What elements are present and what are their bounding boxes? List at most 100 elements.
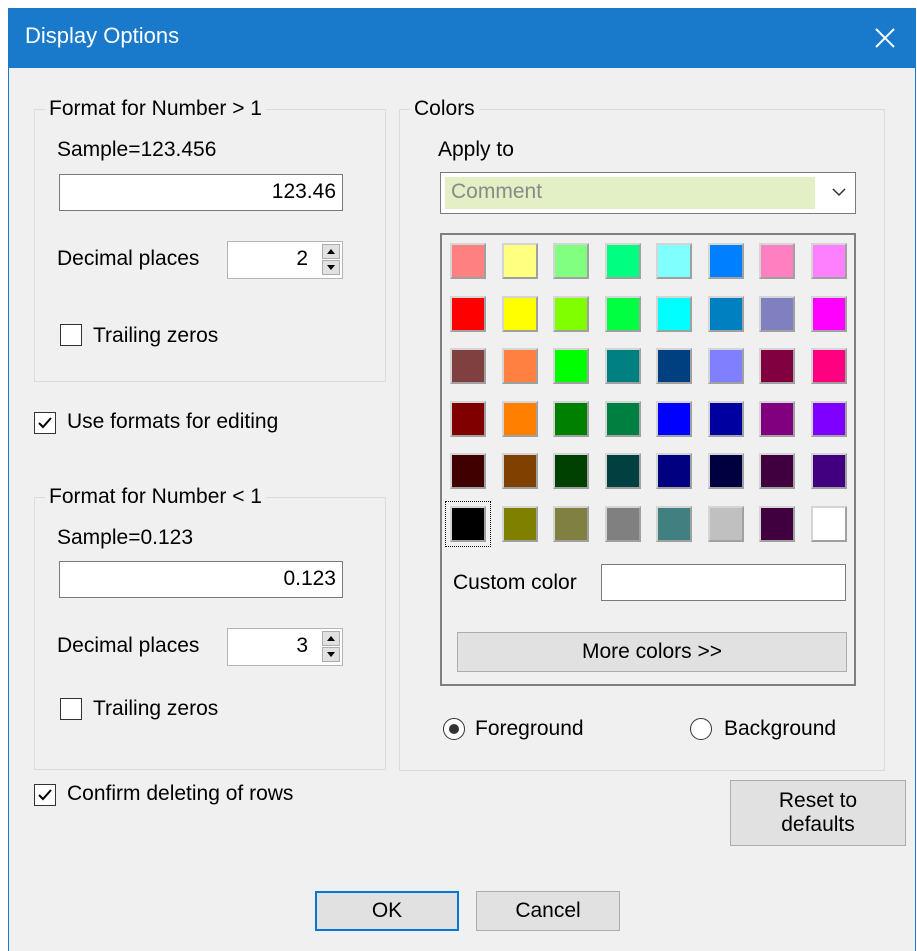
color-swatch[interactable] (501, 505, 538, 542)
reset-button-line2: defaults (781, 813, 855, 836)
color-swatch[interactable] (810, 453, 847, 489)
color-swatch[interactable] (604, 243, 641, 279)
color-swatch[interactable] (501, 243, 538, 279)
use-formats-label: Use formats for editing (67, 410, 279, 433)
color-swatch[interactable] (501, 348, 538, 384)
color-swatch[interactable] (707, 348, 744, 384)
color-swatch[interactable] (759, 348, 795, 384)
color-swatch[interactable] (501, 400, 538, 437)
close-button[interactable] (855, 8, 915, 68)
color-swatch[interactable] (553, 400, 589, 437)
spin-down-button[interactable] (322, 260, 340, 275)
format-gt1-decimal-label: Decimal places (57, 247, 200, 270)
format-gt1-group: Format for Number > 1 Sample=123.456 123… (34, 97, 386, 382)
color-swatch[interactable] (759, 295, 795, 332)
colors-group: Colors Apply to Comment Custom color Mor… (399, 97, 885, 771)
title-bar: Display Options (9, 8, 915, 68)
color-palette: Custom color More colors >> (440, 233, 856, 686)
color-swatch[interactable] (450, 453, 486, 489)
color-swatch[interactable] (707, 453, 744, 489)
custom-color-input[interactable] (601, 564, 846, 601)
spin-up-button[interactable] (322, 244, 340, 259)
confirm-delete-label: Confirm deleting of rows (67, 782, 294, 805)
color-swatch[interactable] (656, 400, 692, 437)
color-swatch[interactable] (707, 400, 744, 437)
background-radio[interactable] (690, 718, 712, 740)
color-swatch[interactable] (604, 505, 641, 542)
color-swatch[interactable] (707, 505, 744, 542)
format-gt1-decimal-spinner[interactable]: 2 (227, 241, 343, 279)
color-swatch[interactable] (656, 505, 692, 542)
color-swatch[interactable] (450, 400, 486, 437)
color-swatch[interactable] (501, 453, 538, 489)
apply-to-label: Apply to (438, 138, 514, 161)
color-swatch[interactable] (450, 348, 486, 384)
color-swatch[interactable] (656, 243, 692, 279)
color-swatch[interactable] (656, 348, 692, 384)
foreground-label: Foreground (475, 717, 584, 740)
display-options-dialog: Display Options Format for Number > 1 Sa… (8, 8, 916, 951)
color-swatch[interactable] (759, 243, 795, 279)
spin-down-button[interactable] (322, 647, 340, 662)
color-swatch[interactable] (656, 295, 692, 332)
spin-up-button[interactable] (322, 631, 340, 646)
color-swatch[interactable] (553, 505, 589, 542)
format-lt1-group: Format for Number < 1 Sample=0.123 0.123… (34, 485, 386, 770)
color-swatch[interactable] (553, 453, 589, 489)
color-swatch[interactable] (553, 295, 589, 332)
cancel-button[interactable]: Cancel (476, 891, 620, 931)
format-lt1-trailing-label: Trailing zeros (93, 697, 219, 720)
format-lt1-legend: Format for Number < 1 (45, 485, 266, 509)
color-swatch[interactable] (450, 295, 486, 332)
color-swatch[interactable] (810, 348, 847, 384)
format-gt1-decimal-value: 2 (296, 247, 308, 270)
color-swatch[interactable] (810, 400, 847, 437)
custom-color-label: Custom color (453, 571, 577, 594)
color-swatch[interactable] (604, 400, 641, 437)
color-swatch[interactable] (810, 295, 847, 332)
color-swatch[interactable] (450, 243, 486, 279)
foreground-radio[interactable] (443, 718, 465, 740)
apply-to-value: Comment (445, 177, 815, 209)
format-lt1-trailing-checkbox[interactable] (60, 698, 82, 720)
apply-to-dropdown[interactable]: Comment (440, 172, 856, 214)
checkmark-icon (38, 417, 52, 429)
more-colors-button[interactable]: More colors >> (457, 632, 847, 672)
reset-defaults-button[interactable]: Reset to defaults (730, 780, 906, 846)
color-swatch[interactable] (604, 295, 641, 332)
use-formats-checkbox[interactable] (34, 412, 56, 434)
color-swatch[interactable] (707, 295, 744, 332)
color-swatch[interactable] (759, 400, 795, 437)
dialog-title: Display Options (25, 23, 180, 48)
format-gt1-legend: Format for Number > 1 (45, 97, 266, 121)
format-lt1-decimal-label: Decimal places (57, 634, 200, 657)
checkmark-icon (38, 789, 52, 801)
format-lt1-value-input[interactable]: 0.123 (59, 561, 343, 598)
chevron-down-icon (832, 188, 846, 197)
color-swatch[interactable] (553, 243, 589, 279)
reset-button-line1: Reset to (778, 789, 858, 812)
format-lt1-decimal-value: 3 (296, 634, 308, 657)
format-gt1-trailing-label: Trailing zeros (93, 324, 219, 347)
close-icon (875, 28, 895, 48)
colors-legend: Colors (410, 97, 479, 121)
ok-button[interactable]: OK (315, 891, 459, 931)
color-swatch[interactable] (445, 500, 491, 547)
color-swatch[interactable] (553, 348, 589, 384)
color-swatch[interactable] (656, 453, 692, 489)
background-label: Background (724, 717, 837, 740)
confirm-delete-checkbox[interactable] (34, 784, 56, 806)
color-swatch[interactable] (810, 505, 847, 542)
color-swatch[interactable] (604, 348, 641, 384)
color-swatch[interactable] (604, 453, 641, 489)
format-gt1-sample-label: Sample=123.456 (57, 138, 217, 161)
color-swatch[interactable] (810, 243, 847, 279)
color-swatch[interactable] (759, 505, 795, 542)
color-swatch[interactable] (759, 453, 795, 489)
color-swatch[interactable] (707, 243, 744, 279)
format-gt1-value-input[interactable]: 123.46 (59, 174, 343, 211)
format-gt1-trailing-checkbox[interactable] (60, 324, 82, 346)
format-lt1-sample-label: Sample=0.123 (57, 526, 194, 549)
format-lt1-decimal-spinner[interactable]: 3 (227, 628, 343, 666)
color-swatch[interactable] (501, 295, 538, 332)
